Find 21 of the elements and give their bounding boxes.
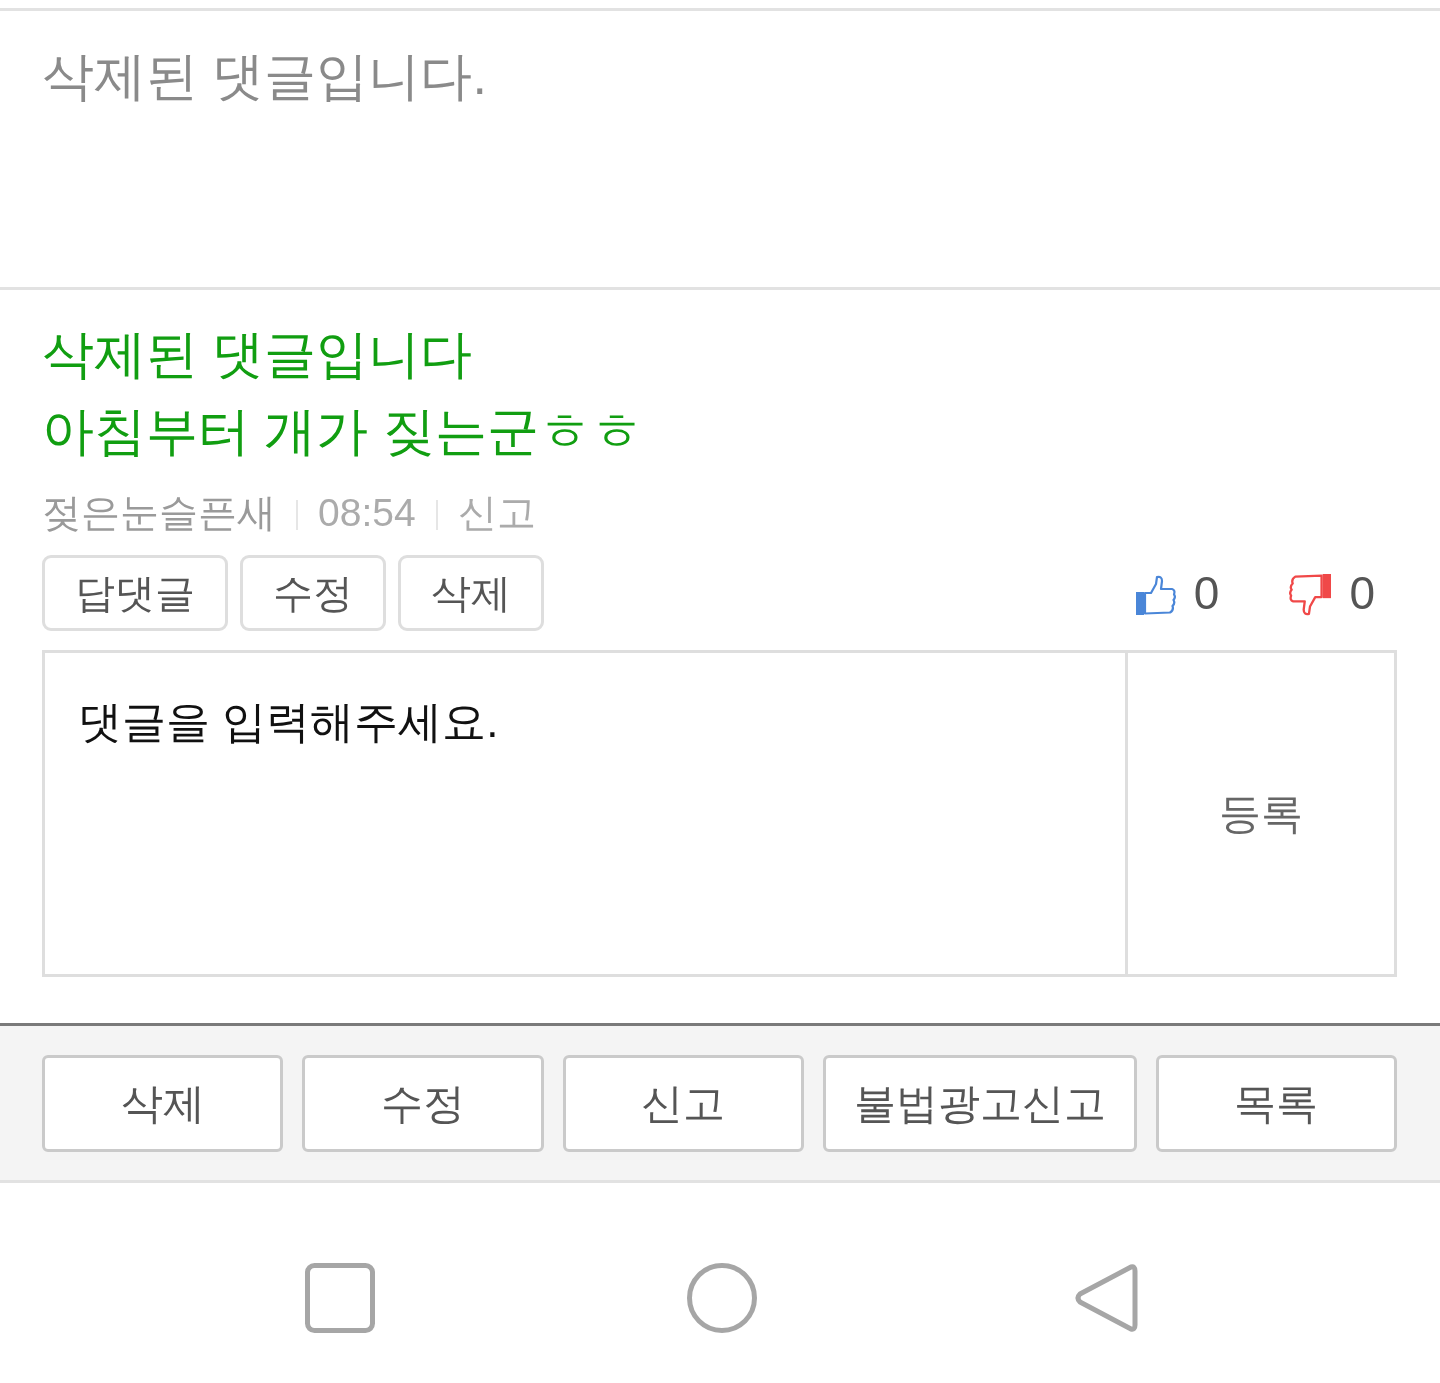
toolbar-button[interactable]: 신고 [562, 1055, 804, 1152]
toolbar-button[interactable]: 수정 [302, 1055, 544, 1152]
comment-time: 08:54 [318, 491, 416, 535]
home-icon[interactable] [687, 1263, 757, 1333]
author-name: 젖은눈슬픈새 [42, 490, 276, 536]
comment-action-button[interactable]: 수정 [240, 555, 386, 631]
deleted-comment-text: 삭제된 댓글입니다. [42, 46, 488, 107]
recent-apps-icon[interactable] [305, 1263, 375, 1333]
submit-button[interactable]: 등록 [1128, 650, 1397, 977]
comment-input-field[interactable]: 댓글을 입력해주세요. [42, 650, 1128, 977]
dislike-count: 0 [1349, 566, 1375, 620]
toolbar-button[interactable]: 목록 [1155, 1055, 1397, 1152]
thumbs-up-icon[interactable] [1135, 575, 1176, 615]
toolbar-button[interactable]: 삭제 [42, 1055, 284, 1152]
like-count: 0 [1193, 566, 1220, 620]
toolbar-button[interactable]: 불법광고신고 [822, 1055, 1137, 1152]
comment-action-button[interactable]: 삭제 [398, 555, 544, 631]
thumbs-down-icon[interactable] [1289, 574, 1332, 616]
back-icon[interactable] [1074, 1263, 1138, 1333]
comment-action-button[interactable]: 답댓글 [42, 555, 228, 631]
comment-text: 삭제된 댓글입니다 아침부터 개가 짖는군ㅎㅎ [42, 324, 644, 462]
